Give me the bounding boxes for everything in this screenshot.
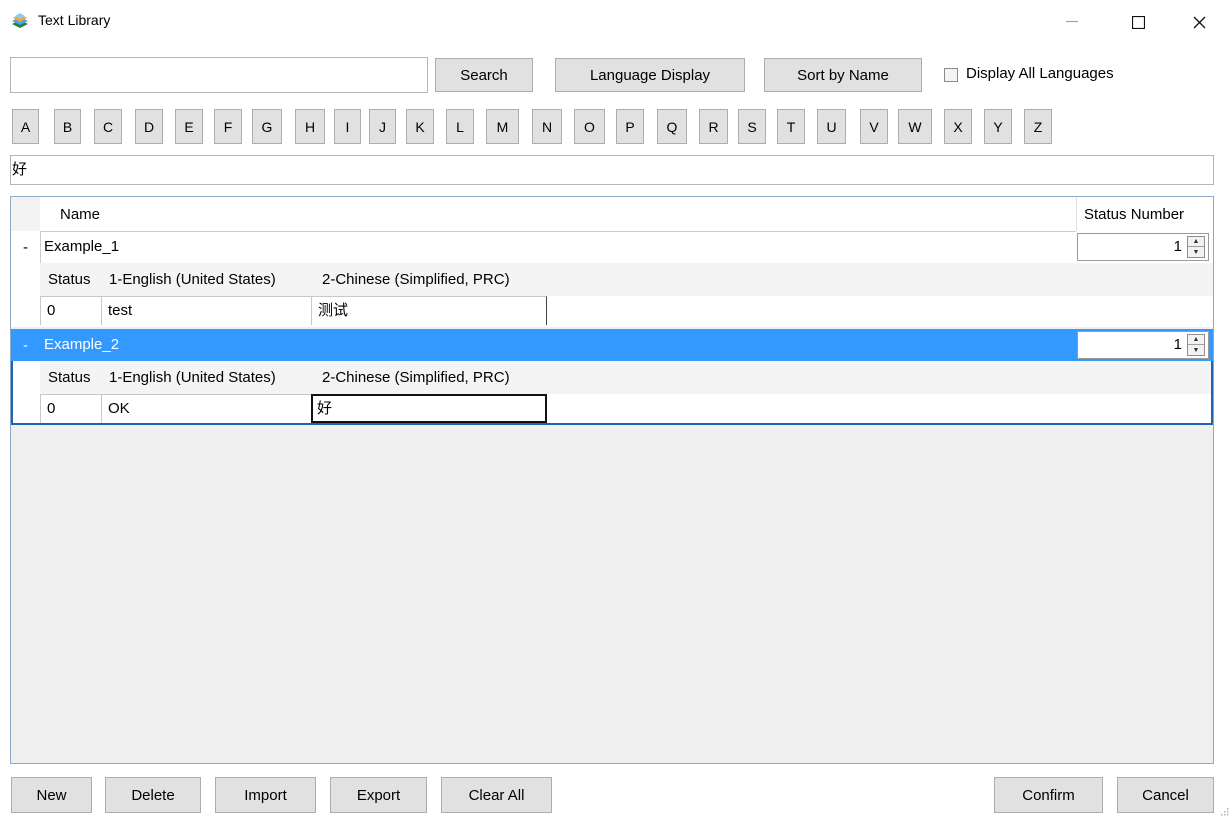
- sort-by-name-button[interactable]: Sort by Name: [764, 58, 922, 92]
- close-icon: [1193, 16, 1205, 28]
- minimize-icon: [1066, 21, 1078, 22]
- letter-button-y[interactable]: Y: [984, 109, 1012, 144]
- search-input[interactable]: [10, 57, 428, 93]
- export-button[interactable]: Export: [330, 777, 427, 813]
- detail-row: 0 OK 好: [40, 394, 1213, 423]
- delete-button[interactable]: Delete: [105, 777, 201, 813]
- status-number-stepper[interactable]: 1 ▲ ▼: [1077, 331, 1209, 359]
- column-header-name[interactable]: Name: [60, 206, 100, 223]
- letter-button-m[interactable]: M: [486, 109, 519, 144]
- cancel-button[interactable]: Cancel: [1117, 777, 1214, 813]
- letter-button-r[interactable]: R: [699, 109, 728, 144]
- status-cell[interactable]: 0: [40, 394, 101, 423]
- status-number-value: 1: [1173, 336, 1182, 353]
- minimize-button[interactable]: [1049, 0, 1095, 44]
- letter-button-w[interactable]: W: [898, 109, 932, 144]
- status-cell[interactable]: 0: [40, 296, 101, 325]
- stepper-up-icon[interactable]: ▲: [1188, 335, 1204, 345]
- detail-table: Status 1-English (United States) 2-Chine…: [11, 263, 1213, 327]
- detail-header-english: 1-English (United States): [109, 271, 276, 288]
- letter-button-v[interactable]: V: [860, 109, 888, 144]
- maximize-button[interactable]: [1115, 0, 1161, 44]
- stepper-down-icon[interactable]: ▼: [1188, 345, 1204, 355]
- letter-button-o[interactable]: O: [574, 109, 605, 144]
- table-row-selected[interactable]: - Example_2 1 ▲ ▼: [11, 329, 1213, 361]
- letter-button-x[interactable]: X: [944, 109, 972, 144]
- name-cell[interactable]: Example_2: [40, 329, 1076, 361]
- detail-header-status: Status: [48, 369, 91, 386]
- grid-header: Name Status Number: [11, 197, 1213, 231]
- letter-button-b[interactable]: B: [54, 109, 81, 144]
- letter-button-n[interactable]: N: [532, 109, 562, 144]
- row-header-corner: [11, 197, 40, 231]
- detail-row: 0 test 测试: [40, 296, 1213, 325]
- maximize-icon: [1131, 15, 1145, 29]
- letter-button-p[interactable]: P: [616, 109, 644, 144]
- letter-button-f[interactable]: F: [214, 109, 242, 144]
- resize-grip-icon[interactable]: [1219, 806, 1229, 816]
- title-bar: Text Library: [0, 0, 1231, 44]
- letter-button-t[interactable]: T: [777, 109, 805, 144]
- app-icon: [12, 13, 28, 28]
- collapse-toggle[interactable]: -: [11, 231, 40, 263]
- letter-button-q[interactable]: Q: [657, 109, 687, 144]
- clear-all-button[interactable]: Clear All: [441, 777, 552, 813]
- search-button[interactable]: Search: [435, 58, 533, 92]
- status-number-stepper[interactable]: 1 ▲ ▼: [1077, 233, 1209, 261]
- new-button[interactable]: New: [11, 777, 92, 813]
- close-button[interactable]: [1176, 0, 1222, 44]
- table-row[interactable]: - Example_1 1 ▲ ▼: [11, 231, 1213, 263]
- letter-button-c[interactable]: C: [94, 109, 122, 144]
- letter-button-u[interactable]: U: [817, 109, 846, 144]
- letter-button-g[interactable]: G: [252, 109, 282, 144]
- detail-header-chinese: 2-Chinese (Simplified, PRC): [322, 369, 510, 386]
- letter-button-e[interactable]: E: [175, 109, 203, 144]
- text-library-grid[interactable]: Name Status Number - Example_1 1 ▲ ▼ Sta…: [10, 196, 1214, 764]
- detail-header: Status 1-English (United States) 2-Chine…: [40, 361, 1213, 394]
- status-number-value: 1: [1173, 238, 1182, 255]
- letter-button-h[interactable]: H: [295, 109, 325, 144]
- detail-header: Status 1-English (United States) 2-Chine…: [40, 263, 1213, 296]
- letter-button-l[interactable]: L: [446, 109, 474, 144]
- stepper-down-icon[interactable]: ▼: [1188, 247, 1204, 257]
- confirm-button[interactable]: Confirm: [994, 777, 1103, 813]
- import-button[interactable]: Import: [215, 777, 316, 813]
- display-all-languages-checkbox[interactable]: [944, 68, 958, 82]
- column-header-status-number[interactable]: Status Number: [1084, 206, 1184, 223]
- window-title: Text Library: [38, 12, 111, 28]
- collapse-toggle[interactable]: -: [11, 329, 40, 361]
- detail-header-english: 1-English (United States): [109, 369, 276, 386]
- chinese-cell-focused[interactable]: 好: [311, 394, 547, 423]
- stepper-buttons: ▲ ▼: [1187, 334, 1205, 356]
- stepper-up-icon[interactable]: ▲: [1188, 237, 1204, 247]
- chinese-cell[interactable]: 测试: [311, 296, 547, 325]
- english-cell[interactable]: OK: [101, 394, 311, 423]
- letter-button-z[interactable]: Z: [1024, 109, 1052, 144]
- column-separator: [1076, 197, 1077, 231]
- letter-button-s[interactable]: S: [738, 109, 766, 144]
- english-cell[interactable]: test: [101, 296, 311, 325]
- name-cell[interactable]: Example_1: [40, 231, 1076, 263]
- detail-table: Status 1-English (United States) 2-Chine…: [11, 361, 1213, 425]
- stepper-buttons: ▲ ▼: [1187, 236, 1205, 258]
- letter-button-j[interactable]: J: [369, 109, 396, 144]
- letter-button-a[interactable]: A: [12, 109, 39, 144]
- detail-header-chinese: 2-Chinese (Simplified, PRC): [322, 271, 510, 288]
- letter-button-i[interactable]: I: [334, 109, 361, 144]
- letter-button-d[interactable]: D: [135, 109, 163, 144]
- letter-button-k[interactable]: K: [406, 109, 434, 144]
- display-all-languages-label: Display All Languages: [966, 65, 1114, 82]
- filter-field[interactable]: 好: [10, 155, 1214, 185]
- language-display-button[interactable]: Language Display: [555, 58, 745, 92]
- detail-header-status: Status: [48, 271, 91, 288]
